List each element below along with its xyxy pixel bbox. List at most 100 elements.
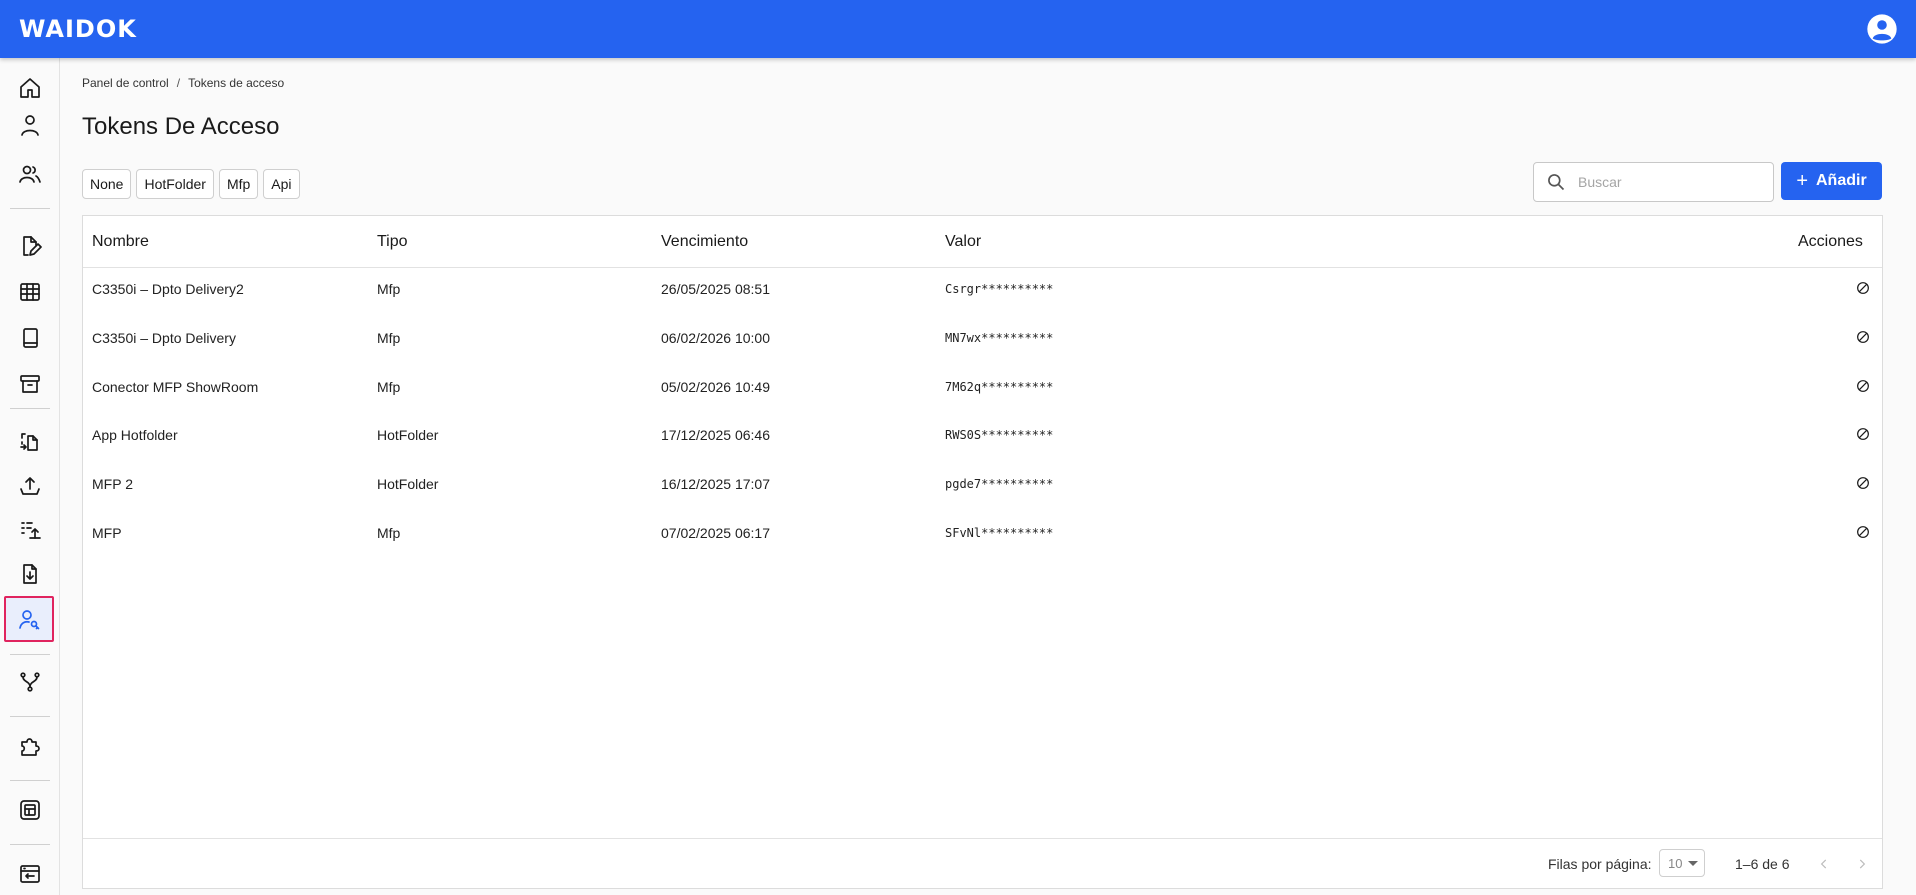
table-row[interactable]: MFP 2 HotFolder 16/12/2025 17:07 pgde7**…	[83, 465, 1882, 505]
layout-icon	[20, 800, 40, 820]
block-icon	[1857, 477, 1869, 489]
column-header-type[interactable]: Tipo	[377, 233, 408, 251]
file-download-icon	[23, 564, 37, 584]
sidebar-item-home[interactable]	[10, 68, 50, 108]
table-row[interactable]: App Hotfolder HotFolder 17/12/2025 06:46…	[83, 416, 1882, 456]
cell-expiration: 05/02/2026 10:49	[661, 379, 770, 395]
add-button-label: Añadir	[1816, 172, 1867, 189]
cell-name: MFP 2	[92, 476, 133, 492]
cell-value: SFvNl**********	[945, 526, 1054, 540]
table-row[interactable]: MFP Mfp 07/02/2025 06:17 SFvNl**********	[83, 514, 1882, 554]
column-header-expiration[interactable]: Vencimiento	[661, 233, 748, 251]
rows-per-page-value: 10	[1668, 855, 1683, 871]
breadcrumb-current: Tokens de acceso	[188, 76, 285, 90]
account-icon[interactable]	[1866, 13, 1898, 45]
cell-type: Mfp	[377, 330, 401, 346]
filter-chip-none[interactable]: None	[82, 169, 132, 199]
tokens-table: Nombre Tipo Vencimiento Valor Acciones C…	[82, 215, 1883, 889]
table-row[interactable]: Conector MFP ShowRoom Mfp 05/02/2026 10:…	[83, 368, 1882, 408]
table-row[interactable]: C3350i – Dpto Delivery2 Mfp 26/05/2025 0…	[83, 270, 1882, 310]
column-header-value[interactable]: Valor	[945, 233, 981, 251]
cell-expiration: 17/12/2025 06:46	[661, 427, 770, 443]
sidebar-item-archive[interactable]	[10, 364, 50, 404]
sidebar-item-transfer[interactable]	[10, 422, 50, 462]
plus-icon: +	[1796, 169, 1808, 192]
page-title: Tokens De Acceso	[82, 113, 280, 140]
rows-per-page-select[interactable]: 10	[1659, 849, 1705, 877]
cell-value: RWS0S**********	[945, 428, 1054, 442]
sidebar-item-workflows[interactable]	[10, 662, 50, 702]
column-header-name[interactable]: Nombre	[92, 233, 149, 251]
sidebar-item-list-upload[interactable]	[10, 510, 50, 550]
sidebar-divider	[10, 208, 50, 209]
next-page-button[interactable]	[1850, 852, 1874, 876]
cell-name: Conector MFP ShowRoom	[92, 379, 259, 395]
cell-type: Mfp	[377, 525, 401, 541]
sidebar-divider	[10, 844, 50, 845]
breadcrumb: Panel de control / Tokens de acceso	[82, 76, 284, 90]
sidebar-divider	[10, 654, 50, 655]
pagination-range: 1–6 de 6	[1735, 856, 1790, 872]
type-filter-chips: None HotFolder Mfp Api	[82, 169, 300, 199]
previous-page-button[interactable]	[1812, 852, 1836, 876]
add-token-button[interactable]: + Añadir	[1781, 162, 1882, 200]
cell-name: App Hotfolder	[92, 427, 178, 443]
cell-expiration: 26/05/2025 08:51	[661, 281, 770, 297]
revoke-token-button[interactable]	[1855, 329, 1875, 349]
sidebar-item-exit[interactable]	[10, 854, 50, 894]
puzzle-icon	[21, 738, 40, 756]
cell-value: pgde7**********	[945, 477, 1054, 491]
revoke-token-button[interactable]	[1855, 475, 1875, 495]
sidebar-item-user[interactable]	[10, 114, 50, 138]
cell-name: C3350i – Dpto Delivery	[92, 330, 236, 346]
sidebar-divider	[10, 780, 50, 781]
cell-value: 7M62q**********	[945, 380, 1054, 394]
archive-icon	[20, 375, 40, 393]
users-icon	[19, 165, 41, 183]
app-logo[interactable]: WAIDOK	[19, 15, 137, 43]
filter-chip-hotfolder[interactable]: HotFolder	[136, 169, 214, 199]
file-edit-icon	[23, 236, 42, 256]
cell-name: C3350i – Dpto Delivery2	[92, 281, 244, 297]
sidebar-divider	[10, 716, 50, 717]
book-icon	[23, 328, 38, 348]
cell-expiration: 07/02/2025 06:17	[661, 525, 770, 541]
cell-value: Csrgr**********	[945, 282, 1054, 296]
search-icon	[1548, 174, 1565, 191]
browser-exit-icon	[20, 865, 40, 883]
sidebar-item-upload[interactable]	[10, 466, 50, 506]
sidebar-item-download[interactable]	[10, 554, 50, 594]
table-icon	[20, 283, 40, 301]
table-row[interactable]: C3350i – Dpto Delivery Mfp 06/02/2026 10…	[83, 319, 1882, 359]
sidebar-divider	[10, 408, 50, 409]
block-icon	[1857, 282, 1869, 294]
cell-value: MN7wx**********	[945, 331, 1054, 345]
main-content: Panel de control / Tokens de acceso Toke…	[82, 58, 1883, 895]
upload-icon	[20, 477, 40, 495]
sidebar-item-tables[interactable]	[10, 272, 50, 312]
sidebar-item-templates[interactable]	[10, 226, 50, 266]
revoke-token-button[interactable]	[1855, 426, 1875, 446]
sidebar-item-dashboard[interactable]	[10, 790, 50, 830]
sidebar-item-access-tokens[interactable]	[4, 596, 54, 642]
search-input[interactable]	[1578, 174, 1758, 190]
filter-chip-mfp[interactable]: Mfp	[218, 169, 259, 199]
search-box[interactable]	[1533, 162, 1774, 202]
table-header: Nombre Tipo Vencimiento Valor Acciones	[83, 216, 1882, 268]
sidebar-item-plugins[interactable]	[10, 726, 50, 766]
revoke-token-button[interactable]	[1855, 378, 1875, 398]
block-icon	[1857, 526, 1869, 538]
filter-chip-api[interactable]: Api	[263, 169, 300, 199]
cell-type: Mfp	[377, 379, 401, 395]
sidebar-item-groups[interactable]	[10, 154, 50, 194]
key-user-icon	[19, 610, 40, 630]
block-icon	[1857, 380, 1869, 392]
revoke-token-button[interactable]	[1855, 524, 1875, 544]
breadcrumb-link-dashboard[interactable]: Panel de control	[82, 76, 169, 90]
column-header-actions: Acciones	[1798, 233, 1863, 250]
chevron-right-icon	[1859, 859, 1866, 869]
revoke-token-button[interactable]	[1855, 280, 1875, 300]
sidebar-item-documents[interactable]	[10, 318, 50, 358]
home-icon	[20, 78, 40, 98]
cell-type: HotFolder	[377, 476, 439, 492]
